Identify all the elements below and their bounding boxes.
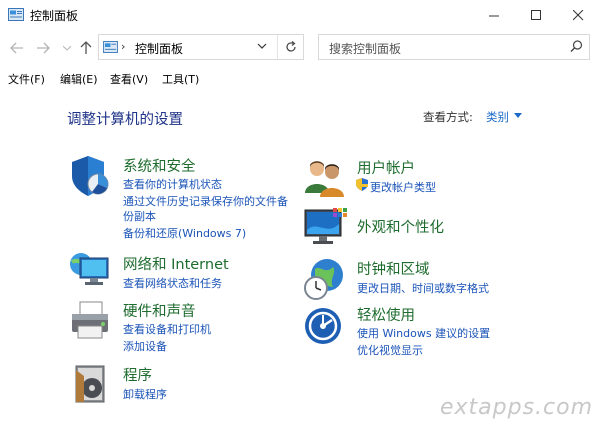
minimize-icon	[488, 15, 499, 16]
close-button[interactable]	[558, 0, 598, 30]
category-programs[interactable]: 程序	[123, 364, 152, 385]
menu-tools[interactable]: 工具(T)	[162, 71, 199, 87]
page-title: 调整计算机的设置	[67, 112, 183, 128]
category-appearance-personalization[interactable]: 外观和个性化	[357, 216, 444, 237]
clock-region-icon[interactable]	[303, 257, 347, 301]
maximize-icon	[530, 9, 541, 20]
view-by-select[interactable]: 类别	[486, 109, 509, 125]
close-icon	[572, 9, 583, 20]
maximize-button[interactable]	[516, 0, 556, 30]
menu-view[interactable]: 查看(V)	[110, 71, 148, 87]
forward-button[interactable]	[34, 40, 52, 56]
printer-icon[interactable]	[68, 298, 112, 342]
appearance-monitor-icon[interactable]	[303, 206, 347, 250]
link-view-computer-status[interactable]: 查看你的计算机状态	[123, 176, 222, 192]
category-clock-region[interactable]: 时钟和区域	[357, 258, 430, 279]
menu-file[interactable]: 文件(F)	[8, 71, 45, 87]
control-panel-icon	[8, 8, 24, 21]
link-optimize-visual-display[interactable]: 优化视觉显示	[357, 342, 423, 358]
link-file-history-cont[interactable]: 份副本	[123, 208, 156, 224]
link-devices-printers[interactable]: 查看设备和打印机	[123, 321, 211, 337]
link-uninstall-program[interactable]: 卸载程序	[123, 386, 167, 402]
link-recommended-settings[interactable]: 使用 Windows 建议的设置	[357, 325, 490, 341]
watermark: extapps.com	[440, 395, 594, 420]
refresh-button[interactable]	[277, 35, 304, 59]
search-icon[interactable]	[570, 40, 583, 53]
search-input[interactable]: 搜索控制面板	[329, 40, 401, 57]
chevron-down-icon[interactable]	[514, 113, 522, 118]
category-system-security[interactable]: 系统和安全	[123, 155, 196, 176]
ease-of-access-icon[interactable]	[303, 306, 347, 350]
network-globe-icon[interactable]	[68, 246, 112, 290]
control-panel-icon	[103, 41, 118, 53]
search-box[interactable]: 搜索控制面板	[318, 34, 590, 60]
link-add-device[interactable]: 添加设备	[123, 338, 167, 354]
category-user-accounts[interactable]: 用户帐户	[357, 157, 415, 178]
shield-icon[interactable]	[68, 154, 112, 198]
refresh-icon	[286, 41, 296, 52]
category-ease-of-access[interactable]: 轻松使用	[357, 304, 415, 325]
address-bar[interactable]: › 控制面板	[98, 34, 304, 60]
recent-locations-button[interactable]	[58, 40, 76, 56]
breadcrumb-separator[interactable]: ›	[121, 40, 125, 53]
menu-bar: 文件(F) 编辑(E) 查看(V) 工具(T)	[0, 68, 600, 88]
main-content: 调整计算机的设置 查看方式: 类别 系统和安全 查看你的计算机状态 通过文件历史…	[0, 94, 600, 426]
uac-shield-icon	[356, 178, 368, 191]
link-change-account-type[interactable]: 更改帐户类型	[370, 179, 436, 195]
link-backup-restore[interactable]: 备份和还原(Windows 7)	[123, 225, 246, 241]
title-bar: 控制面板	[0, 0, 600, 30]
link-network-status[interactable]: 查看网络状态和任务	[123, 275, 222, 291]
menu-edit[interactable]: 编辑(E)	[60, 71, 98, 87]
category-network-internet[interactable]: 网络和 Internet	[123, 253, 229, 274]
forward-arrow-icon	[37, 42, 50, 54]
category-hardware-sound[interactable]: 硬件和声音	[123, 300, 196, 321]
link-change-date-time-format[interactable]: 更改日期、时间或数字格式	[357, 280, 489, 296]
up-button[interactable]	[77, 40, 95, 56]
chevron-down-icon[interactable]	[257, 43, 267, 50]
programs-disc-icon[interactable]	[68, 362, 112, 406]
back-arrow-icon	[10, 42, 23, 54]
user-accounts-icon[interactable]	[303, 157, 347, 201]
breadcrumb[interactable]: 控制面板	[135, 40, 183, 57]
chevron-down-icon	[63, 45, 71, 51]
minimize-button[interactable]	[474, 0, 514, 30]
view-by-label: 查看方式:	[423, 110, 473, 124]
up-arrow-icon	[80, 41, 92, 54]
window-title: 控制面板	[30, 9, 79, 23]
back-button[interactable]	[8, 40, 26, 56]
link-file-history[interactable]: 通过文件历史记录保存你的文件备	[123, 193, 288, 209]
